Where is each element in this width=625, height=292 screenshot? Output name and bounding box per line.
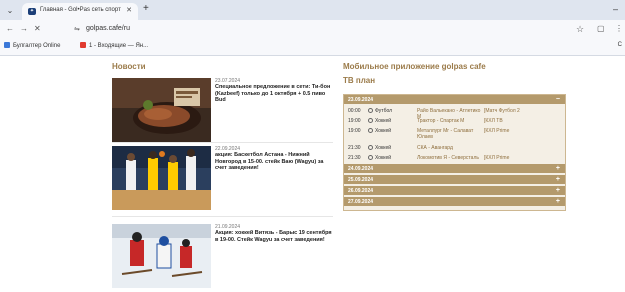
tv-day-header[interactable]: 25.09.2024 + (344, 175, 565, 184)
event-sport: Хоккей (368, 118, 391, 124)
event-match[interactable]: Металлург Мг - Салават Юлаев (417, 128, 483, 140)
site-settings-icon[interactable]: ⇋ (74, 25, 80, 33)
news-item[interactable]: 23.07.2024 Специальное предложение в сет… (112, 78, 332, 146)
sport-label: Хоккей (375, 128, 392, 134)
event-match[interactable]: Локомотив Я - Северсталь (417, 155, 483, 161)
app-section-title[interactable]: Мобильное приложение golpas cafe (343, 62, 486, 71)
tv-day-date: 25.09.2024 (348, 177, 374, 183)
tv-plan-panel: 23.09.2024 − 00:00 Футбол Райо Вальекано… (343, 94, 566, 211)
sport-label: Хоккей (375, 155, 392, 161)
address-bar[interactable]: ⇋ golpas.cafe/ru (56, 22, 576, 37)
tv-day-date: 27.09.2024 (348, 199, 374, 205)
tab-active[interactable]: ✦ Главная - Gol•Pas сеть спорт ✕ (22, 3, 138, 20)
back-arrow-icon[interactable]: ← (6, 24, 14, 34)
tv-event-row: 21:30 Хоккей СКА - Авангард (344, 143, 565, 152)
event-match[interactable]: СКА - Авангард (417, 145, 483, 151)
forward-arrow-icon[interactable]: → (20, 24, 28, 34)
tv-day-header[interactable]: 27.09.2024 + (344, 197, 565, 206)
tv-event-row: 19:00 Хоккей Трактор - Спартак М [КХЛ ТВ (344, 116, 565, 125)
event-sport: Хоккей (368, 155, 391, 161)
hockey-icon (368, 128, 373, 133)
news-item[interactable]: 21.09.2024 Акция: хоккей Витязь - Барыс … (112, 224, 332, 292)
news-image[interactable] (112, 224, 211, 288)
event-sport: Хоккей (368, 145, 391, 151)
bookmark-star-icon[interactable]: ☆ (576, 24, 584, 35)
event-channel: [Матч Футбол 2 (484, 108, 520, 114)
event-channel: [КХЛ Prime (484, 155, 510, 161)
expand-icon[interactable]: + (556, 197, 560, 206)
hockey-icon (368, 155, 373, 160)
event-sport: Футбол (368, 108, 392, 114)
event-sport: Хоккей (368, 128, 391, 134)
event-time: 00:00 (348, 108, 361, 114)
site-favicon-icon: ✦ (28, 8, 36, 15)
event-time: 21:30 (348, 155, 361, 161)
sport-label: Хоккей (375, 145, 392, 151)
bookmark-item[interactable]: 1 - Входящие — Ян... (80, 42, 148, 49)
bookmark-icon (80, 42, 86, 48)
expand-icon[interactable]: + (556, 186, 560, 195)
bookmarks-bar: Булгалтер Online 1 - Входящие — Ян... С (0, 39, 625, 56)
bookmark-icon (4, 42, 10, 48)
news-image[interactable] (112, 78, 211, 142)
news-headline[interactable]: акция: Баскетбол Астана - Нижний Новгоро… (215, 152, 333, 172)
address-url[interactable]: golpas.cafe/ru (86, 25, 130, 32)
tv-day-header-open[interactable]: 23.09.2024 − (344, 95, 565, 104)
news-headline[interactable]: Специальное предложение в сети: Ти-бон (… (215, 84, 333, 104)
tab-search-icon[interactable]: ⌄ (4, 6, 16, 16)
bookmark-overflow[interactable]: С (618, 42, 622, 48)
collapse-icon[interactable]: − (556, 95, 560, 104)
tv-day-date: 26.09.2024 (348, 188, 374, 194)
news-item[interactable]: 22.09.2024 акция: Баскетбол Астана - Ниж… (112, 146, 332, 214)
expand-icon[interactable]: + (556, 164, 560, 173)
tv-day-date: 23.09.2024 (348, 97, 374, 103)
menu-icon[interactable]: ⋮ (615, 24, 623, 33)
tv-day-header[interactable]: 26.09.2024 + (344, 186, 565, 195)
bookmark-item[interactable]: Булгалтер Online (4, 42, 60, 49)
event-time: 19:00 (348, 128, 361, 134)
hockey-icon (368, 118, 373, 123)
football-icon (368, 108, 373, 113)
window-minimize-icon[interactable]: – (613, 4, 618, 14)
tv-day-header[interactable]: 24.09.2024 + (344, 164, 565, 173)
tv-event-row: 21:30 Хоккей Локомотив Я - Северсталь [К… (344, 153, 565, 162)
event-channel: [КХЛ ТВ (484, 118, 503, 124)
tab-strip: ⌄ ✦ Главная - Gol•Pas сеть спорт ✕ + – (0, 0, 625, 20)
news-divider (112, 216, 333, 217)
hockey-icon (368, 145, 373, 150)
tv-plan-title: ТВ план (343, 76, 376, 85)
page-content: Новости Мобильное приложение golpas cafe… (0, 56, 625, 289)
bookmark-label: Булгалтер Online (13, 43, 61, 49)
news-divider (112, 142, 333, 143)
bookmark-label: 1 - Входящие — Ян... (89, 43, 149, 49)
event-time: 21:30 (348, 145, 361, 151)
extensions-icon[interactable]: ▢ (597, 24, 605, 33)
event-match[interactable]: Трактор - Спартак М (417, 118, 483, 124)
stop-icon[interactable]: ✕ (34, 24, 41, 34)
tab-close-icon[interactable]: ✕ (126, 6, 132, 14)
sport-label: Футбол (375, 108, 393, 114)
news-image[interactable] (112, 146, 211, 210)
tab-title: Главная - Gol•Pas сеть спорт (40, 7, 121, 13)
expand-icon[interactable]: + (556, 175, 560, 184)
tv-event-row: 19:00 Хоккей Металлург Мг - Салават Юлае… (344, 126, 565, 140)
browser-toolbar: ← → ✕ ⇋ golpas.cafe/ru ☆ ▢ ⋮ (0, 20, 625, 39)
sport-label: Хоккей (375, 118, 392, 124)
new-tab-icon[interactable]: + (143, 3, 149, 14)
tv-day-date: 24.09.2024 (348, 166, 374, 172)
event-channel: [КХЛ Prime (484, 128, 510, 134)
event-time: 19:00 (348, 118, 361, 124)
tv-event-row: 00:00 Футбол Райо Вальекано - Атлетико М… (344, 106, 565, 120)
news-headline[interactable]: Акция: хоккей Витязь - Барыс 19 сентября… (215, 230, 333, 243)
news-section-title: Новости (112, 62, 146, 71)
